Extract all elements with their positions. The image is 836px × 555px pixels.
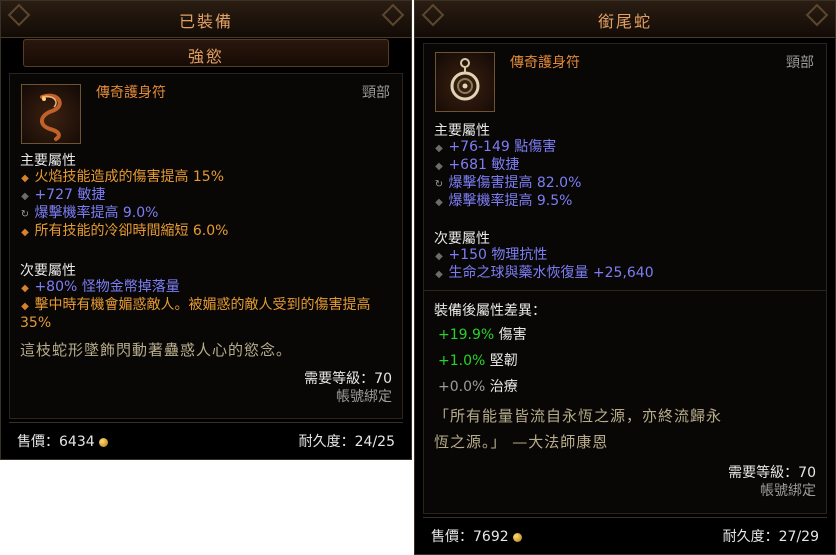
secondary-stat: ◆ 生命之球與藥水恢復量 +25,640 bbox=[434, 264, 653, 284]
required-level: 需要等級：70 bbox=[728, 465, 816, 481]
sell-price: 售價：6434 bbox=[17, 431, 108, 451]
amulet-icon bbox=[435, 52, 495, 112]
secondary-stat-continued: 35% bbox=[20, 315, 52, 331]
item-slot: 頸部 bbox=[362, 85, 390, 101]
amulet-icon bbox=[21, 84, 81, 144]
flavor-text-line: 「所有能量皆流自永恆之源，亦終流歸永 bbox=[434, 407, 723, 425]
primary-attributes-title: 主要屬性 bbox=[434, 123, 490, 139]
orange-diamond-bullet-icon: ◆ bbox=[21, 227, 29, 238]
secondary-stat: ◆ 擊中時有機會媚惑敵人。被媚惑的敵人受到的傷害提高 bbox=[20, 296, 370, 316]
item-name-bar: 強慾 bbox=[23, 39, 389, 67]
durability: 耐久度：24/25 bbox=[298, 434, 395, 450]
gold-coin-icon bbox=[512, 532, 522, 542]
flavor-text: 這枝蛇形墜飾閃動著蠱惑人心的慾念。 bbox=[20, 341, 293, 359]
tooltip-header: 銜尾蛇 bbox=[415, 1, 835, 38]
primary-stat: ◆ +76-149 點傷害 bbox=[434, 138, 556, 158]
stat-difference-title: 裝備後屬性差異： bbox=[434, 303, 546, 319]
primary-stat: ◆ +681 敏捷 bbox=[434, 156, 519, 176]
equipped-label: 已裝備 bbox=[178, 12, 233, 31]
tooltip-footer: 售價：7692 耐久度：27/29 bbox=[423, 517, 827, 550]
gray-diamond-bullet-icon: ◆ bbox=[435, 269, 443, 280]
item-name: 強慾 bbox=[187, 47, 224, 66]
gray-diamond-bullet-icon: ◆ bbox=[435, 197, 443, 208]
sell-price: 售價：7692 bbox=[431, 526, 522, 546]
primary-stat: ↻ 爆擊機率提高 9.0% bbox=[20, 204, 159, 224]
primary-attributes-title: 主要屬性 bbox=[20, 153, 76, 169]
stat-diff-toughness: +1.0% 堅韌 bbox=[438, 353, 518, 369]
item-name: 銜尾蛇 bbox=[597, 12, 652, 31]
primary-stat: ◆ 火焰技能造成的傷害提高 15% bbox=[20, 168, 224, 188]
required-level: 需要等級：70 bbox=[304, 371, 392, 387]
gold-coin-icon bbox=[98, 437, 108, 447]
equipped-item-tooltip: 已裝備 強慾 傳奇護身符 頸部 主要屬性 ◆ 火焰技能造成的傷害提高 15% ◆… bbox=[0, 0, 412, 460]
item-slot: 頸部 bbox=[786, 55, 814, 71]
item-type: 傳奇護身符 bbox=[510, 55, 580, 71]
primary-stat: ◆ 所有技能的冷卻時間縮短 6.0% bbox=[20, 222, 228, 242]
tooltip-body: 傳奇護身符 頸部 主要屬性 ◆ 火焰技能造成的傷害提高 15% ◆ +727 敏… bbox=[9, 73, 403, 419]
account-bound-label: 帳號綁定 bbox=[760, 483, 816, 499]
primary-stat: ◆ 爆擊機率提高 9.5% bbox=[434, 192, 572, 212]
durability: 耐久度：27/29 bbox=[722, 529, 819, 545]
item-type: 傳奇護身符 bbox=[96, 85, 166, 101]
tooltip-footer: 售價：6434 耐久度：24/25 bbox=[9, 422, 403, 455]
compared-item-tooltip: 銜尾蛇 傳奇護身符 頸部 主要屬性 ◆ +76-149 點傷害 ◆ +681 敏… bbox=[414, 0, 836, 555]
secondary-attributes-title: 次要屬性 bbox=[434, 231, 490, 247]
stat-diff-healing: +0.0% 治療 bbox=[438, 379, 518, 395]
tooltip-body: 傳奇護身符 頸部 主要屬性 ◆ +76-149 點傷害 ◆ +681 敏捷 ↻ … bbox=[423, 43, 827, 514]
account-bound-label: 帳號綁定 bbox=[336, 389, 392, 405]
secondary-stat: ◆ +80% 怪物金幣掉落量 bbox=[20, 278, 180, 298]
tooltip-header: 已裝備 bbox=[1, 1, 411, 38]
secondary-stat: ◆ +150 物理抗性 bbox=[434, 246, 547, 266]
stat-diff-damage: +19.9% 傷害 bbox=[438, 327, 527, 343]
primary-stat: ◆ +727 敏捷 bbox=[20, 186, 105, 206]
secondary-attributes-title: 次要屬性 bbox=[20, 263, 76, 279]
divider bbox=[424, 290, 826, 291]
flavor-text-line: 恆之源。」 —大法師康恩 bbox=[434, 433, 609, 451]
primary-stat: ↻ 爆擊傷害提高 82.0% bbox=[434, 174, 582, 194]
